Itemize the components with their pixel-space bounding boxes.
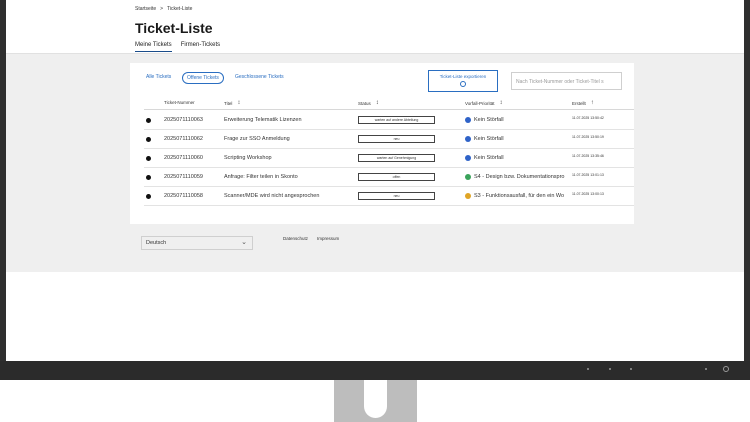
table-row[interactable]: 2025071110062 Frage zur SSO Anmeldung ne… [144, 130, 634, 149]
search-input[interactable]: Nach Ticket-Nummer oder Ticket-Titel s [511, 72, 622, 90]
ticket-priority: S4 - Design bzw. Dokumentationspro [474, 174, 565, 180]
chevron-down-icon: ⌄ [241, 239, 247, 246]
sort-up-icon: ↑ [590, 100, 594, 106]
priority-icon [465, 174, 471, 180]
table-header: Ticket-Nummer Titel ↕ Status ↕ Vorfall-Pri… [144, 96, 634, 110]
ticket-title[interactable]: Frage zur SSO Anmeldung [224, 136, 354, 142]
ticket-created: 11.07.2025 13:00:13 [572, 192, 604, 196]
monitor-bezel [0, 361, 750, 380]
header-priority[interactable]: Vorfall-Priorität ↕ [465, 100, 503, 106]
ticket-title[interactable]: Erweiterung Telematik Lizenzen [224, 117, 354, 123]
status-badge: warten auf Genehmigung [358, 154, 435, 162]
tab-bar: Meine Tickets Firmen-Tickets [135, 42, 220, 52]
ticket-created: 11.07.2025 13:01:13 [572, 173, 604, 177]
language-value: Deutsch [146, 240, 167, 246]
status-badge: neu [358, 135, 435, 143]
ticket-priority: Kein Störfall [474, 136, 504, 142]
priority-icon [465, 117, 471, 123]
header-status[interactable]: Status ↕ [358, 100, 379, 106]
row-bullet-icon [146, 194, 151, 199]
imprint-link[interactable]: Impressum [317, 236, 339, 241]
monitor-frame: Startseite > Ticket-Liste Ticket-Liste M… [0, 0, 750, 380]
content-background [6, 54, 744, 63]
priority-icon [465, 136, 471, 142]
row-bullet-icon [146, 118, 151, 123]
filter-closed-tickets[interactable]: Geschlossene Tickets [231, 72, 288, 82]
breadcrumb: Startseite > Ticket-Liste [135, 6, 192, 12]
tab-company-tickets[interactable]: Firmen-Tickets [181, 42, 220, 52]
breadcrumb-home[interactable]: Startseite [135, 6, 156, 12]
priority-icon [465, 193, 471, 199]
ticket-number[interactable]: 2025071110059 [164, 174, 203, 180]
privacy-link[interactable]: Datenschutz [283, 236, 308, 241]
ticket-title[interactable]: Scripting Workshop [224, 155, 354, 161]
ticket-title[interactable]: Anfrage: Filter teilen in Skonto [224, 174, 354, 180]
status-badge: warten auf andere Abteilung [358, 116, 435, 124]
header-title[interactable]: Titel ↕ [224, 100, 240, 106]
ticket-number[interactable]: 2025071110058 [164, 193, 203, 199]
monitor-stand-cutout [364, 380, 387, 418]
monitor-button [609, 368, 611, 370]
table-row[interactable]: 2025071110063 Erweiterung Telematik Lize… [144, 111, 634, 130]
row-bullet-icon [146, 137, 151, 142]
content-background-right [634, 63, 744, 224]
ticket-priority: Kein Störfall [474, 117, 504, 123]
ticket-priority: S3 - Funktionsausfall, für den ein Wo [474, 193, 565, 199]
row-bullet-icon [146, 175, 151, 180]
breadcrumb-separator: > [160, 6, 164, 12]
row-bullet-icon [146, 156, 151, 161]
header-created[interactable]: Erstellt ↑ [572, 100, 594, 106]
monitor-button [630, 368, 632, 370]
ticket-number[interactable]: 2025071110060 [164, 155, 203, 161]
table-row[interactable]: 2025071110058 Scanner/MDE wird nicht ang… [144, 187, 634, 206]
monitor-button [705, 368, 707, 370]
sort-icon: ↕ [375, 100, 379, 106]
content-background-left [6, 63, 130, 224]
export-icon [460, 81, 466, 87]
ticket-number[interactable]: 2025071110063 [164, 117, 203, 123]
breadcrumb-current: Ticket-Liste [167, 6, 193, 12]
monitor-button [587, 368, 589, 370]
ticket-priority: Kein Störfall [474, 155, 504, 161]
table-row[interactable]: 2025071110060 Scripting Workshop warten … [144, 149, 634, 168]
filter-open-tickets[interactable]: Offene Tickets [182, 72, 224, 84]
filter-all-tickets[interactable]: Alle Tickets [142, 72, 175, 82]
export-button[interactable]: Ticket-Liste exportieren [428, 70, 498, 92]
ticket-list-card: Alle Tickets Offene Tickets Geschlossene… [130, 63, 634, 224]
page-title: Ticket-Liste [135, 20, 213, 36]
sort-icon: ↕ [237, 100, 241, 106]
screen: Startseite > Ticket-Liste Ticket-Liste M… [6, 0, 744, 361]
priority-icon [465, 155, 471, 161]
ticket-created: 11.07.2025 13:50:42 [572, 116, 604, 120]
ticket-number[interactable]: 2025071110062 [164, 136, 203, 142]
table-row[interactable]: 2025071110059 Anfrage: Filter teilen in … [144, 168, 634, 187]
tab-my-tickets[interactable]: Meine Tickets [135, 42, 172, 52]
header-number[interactable]: Ticket-Nummer [164, 100, 195, 105]
status-badge: neu [358, 192, 435, 200]
sort-icon: ↕ [499, 100, 503, 106]
power-icon [723, 366, 729, 372]
language-select[interactable]: Deutsch ⌄ [141, 236, 253, 250]
ticket-title[interactable]: Scanner/MDE wird nicht angesprochen [224, 193, 354, 199]
footer: Deutsch ⌄ Datenschutz Impressum [6, 224, 744, 272]
ticket-created: 11.07.2025 13:50:19 [572, 135, 604, 139]
status-badge: offen [358, 173, 435, 181]
ticket-created: 11.07.2025 13:35:46 [572, 154, 604, 158]
export-label: Ticket-Liste exportieren [439, 74, 487, 79]
